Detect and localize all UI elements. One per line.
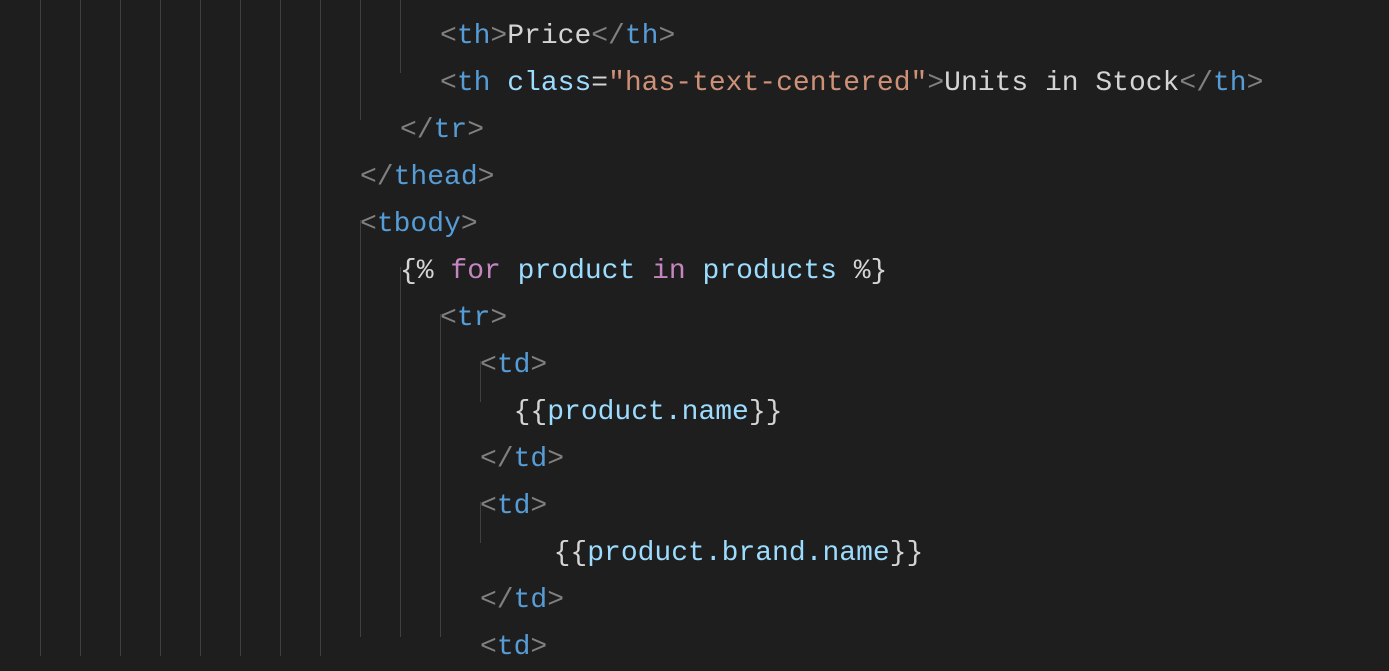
token-bracket: > [490, 303, 507, 334]
token-bracket: > [467, 115, 484, 146]
token-bracket: > [461, 209, 478, 240]
token-bracket: </ [1179, 68, 1213, 99]
token-delim [686, 256, 703, 287]
token-attr-name: class [507, 68, 591, 99]
token-bracket: < [440, 0, 457, 5]
code-line[interactable]: {{product.brand.name}} [40, 530, 1389, 577]
token-bracket: < [480, 491, 497, 522]
token-bracket: > [490, 0, 507, 5]
token-bracket: < [360, 209, 377, 240]
token-bracket: > [547, 444, 564, 475]
code-line[interactable]: <td> [40, 342, 1389, 389]
indent-guide [480, 361, 481, 402]
indent-guide [360, 0, 361, 120]
token-bracket: </ [480, 444, 514, 475]
token-var: products [703, 256, 837, 287]
token-delim: {% [400, 256, 450, 287]
code-line[interactable]: <th class="has-text-centered">Units in S… [40, 60, 1389, 107]
indent-guide [440, 314, 441, 637]
token-delim: }} [749, 397, 783, 428]
token-tag: th [457, 0, 491, 5]
code-line[interactable]: <tr> [40, 295, 1389, 342]
token-text: Price [507, 21, 591, 52]
token-bracket: </ [591, 21, 625, 52]
token-bracket: </ [480, 585, 514, 616]
token-tag: td [497, 350, 531, 381]
token-bracket: > [658, 0, 675, 5]
code-line[interactable]: <th>Brand</th> [40, 0, 1389, 13]
token-delim: {{ [520, 538, 587, 569]
token-tag: td [497, 632, 531, 663]
token-delim [501, 256, 518, 287]
code-line[interactable]: {{product.name}} [40, 389, 1389, 436]
token-attr-value: "has-text-centered" [608, 68, 927, 99]
token-var: product.brand.name [587, 538, 889, 569]
token-tag: td [514, 444, 548, 475]
token-bracket: < [480, 350, 497, 381]
token-bracket: </ [400, 115, 434, 146]
code-line[interactable]: <tbody> [40, 201, 1389, 248]
token-bracket: > [490, 21, 507, 52]
token-bracket: > [530, 350, 547, 381]
code-content[interactable]: <th>Brand</th><th>Price</th><th class="h… [40, 0, 1389, 671]
token-tag: th [457, 21, 491, 52]
token-bracket: > [478, 162, 495, 193]
token-var: product.name [547, 397, 749, 428]
token-delim [635, 256, 652, 287]
indent-guide [480, 502, 481, 543]
code-line[interactable]: <td> [40, 483, 1389, 530]
code-line[interactable]: </thead> [40, 154, 1389, 201]
token-keyword: for [450, 256, 500, 287]
token-tag: th [625, 0, 659, 5]
token-bracket: </ [591, 0, 625, 5]
code-line[interactable]: <td> [40, 624, 1389, 671]
code-line[interactable]: {% for product in products %} [40, 248, 1389, 295]
token-bracket: > [530, 491, 547, 522]
token-delim: {{ [480, 397, 547, 428]
token-bracket: < [440, 303, 457, 334]
token-text: Brand [507, 0, 591, 5]
token-delim: %} [837, 256, 887, 287]
token-bracket: < [480, 632, 497, 663]
token-bracket: > [658, 21, 675, 52]
indent-guide [400, 0, 401, 73]
indent-guide [360, 220, 361, 637]
token-delim: }} [890, 538, 924, 569]
code-line[interactable]: </td> [40, 577, 1389, 624]
token-bracket: > [927, 68, 944, 99]
code-editor[interactable]: <th>Brand</th><th>Price</th><th class="h… [0, 0, 1389, 671]
token-bracket: > [547, 585, 564, 616]
token-bracket: < [440, 68, 457, 99]
token-text: = [591, 68, 608, 99]
token-tag: tbody [377, 209, 461, 240]
token-tag: tr [457, 303, 491, 334]
token-bracket: </ [360, 162, 394, 193]
indent-guide [400, 267, 401, 637]
token-tag: th [1213, 68, 1247, 99]
token-bracket: > [1247, 68, 1264, 99]
token-tag: td [497, 491, 531, 522]
code-line[interactable]: <th>Price</th> [40, 13, 1389, 60]
token-bracket: > [530, 632, 547, 663]
token-text: Units in Stock [944, 68, 1179, 99]
token-keyword: in [652, 256, 686, 287]
code-line[interactable]: </td> [40, 436, 1389, 483]
token-tag: tr [434, 115, 468, 146]
token-tag: td [514, 585, 548, 616]
token-bracket: < [440, 21, 457, 52]
token-text [490, 68, 507, 99]
token-tag: th [457, 68, 491, 99]
code-line[interactable]: </tr> [40, 107, 1389, 154]
token-tag: th [625, 21, 659, 52]
token-var: product [518, 256, 636, 287]
token-tag: thead [394, 162, 478, 193]
